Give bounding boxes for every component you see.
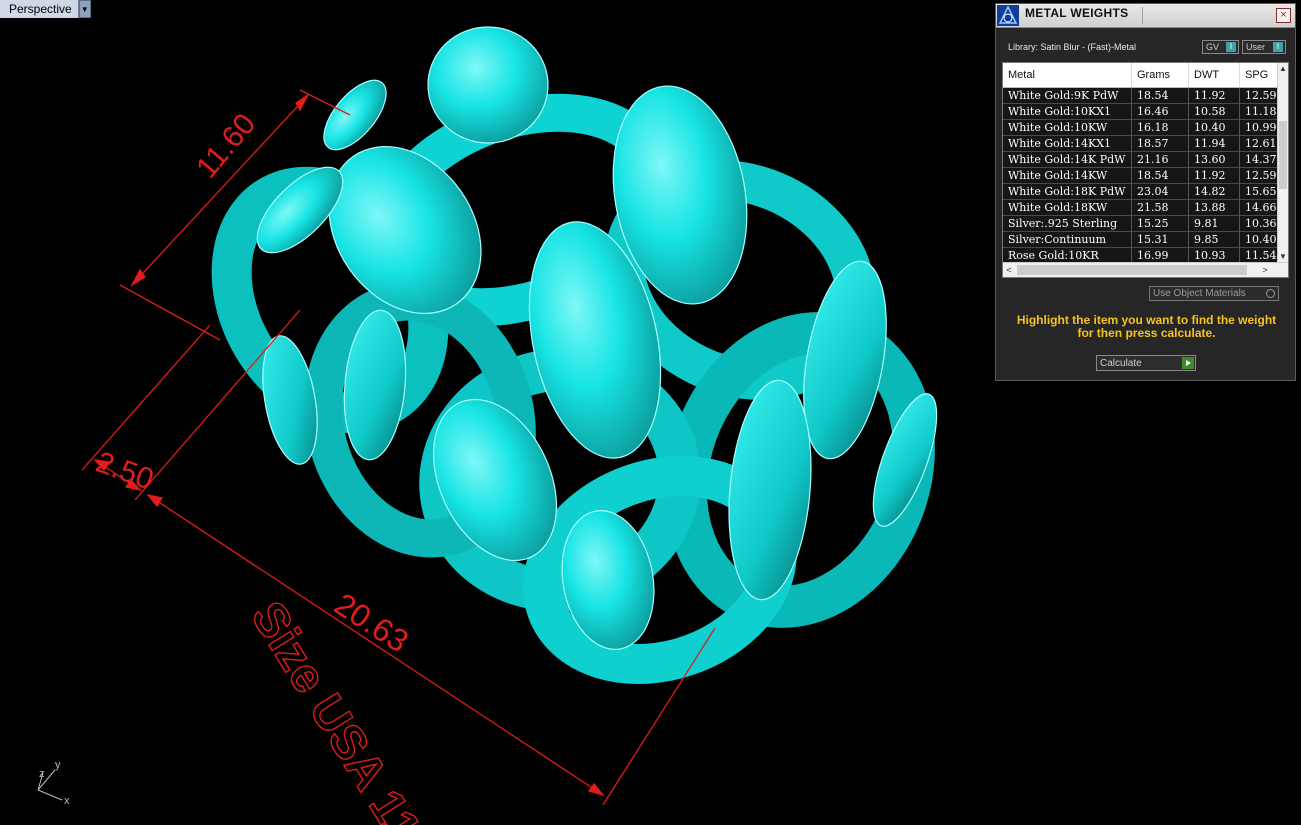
metal-cell: White Gold:9K PdW [1003, 88, 1132, 104]
metal-cell: White Gold:14KW [1003, 168, 1132, 184]
app-logo-icon [997, 5, 1019, 26]
titlebar-divider [1142, 7, 1143, 24]
scroll-up-icon[interactable]: ▲ [1278, 63, 1288, 75]
spg-cell: 14.37 [1245, 153, 1277, 166]
metal-cell: White Gold:18K PdW [1003, 184, 1132, 200]
spg-cell: 12.59 [1245, 89, 1277, 102]
dimension-top: 11.60 [190, 107, 262, 184]
dwt-cell: 11.94 [1189, 136, 1240, 152]
dwt-cell: 11.92 [1189, 168, 1240, 184]
table-row[interactable]: White Gold:9K PdW 18.54 11.92 12.59 [1003, 88, 1279, 104]
table-horizontal-scrollbar[interactable]: < > [1003, 262, 1288, 277]
table-row[interactable]: White Gold:18KW 21.58 13.88 14.66 [1003, 200, 1279, 216]
table-row[interactable]: White Gold:14K PdW 21.16 13.60 14.37 [1003, 152, 1279, 168]
dwt-cell: 10.40 [1189, 120, 1240, 136]
metal-cell: White Gold:10KW [1003, 120, 1132, 136]
metal-cell: White Gold:10KX1 [1003, 104, 1132, 120]
grams-cell: 16.46 [1132, 104, 1189, 120]
play-arrow-icon [1182, 357, 1194, 369]
toggle-switch-icon: I [1226, 42, 1236, 52]
table-vertical-scrollbar[interactable]: ▲ ▼ [1277, 63, 1288, 263]
grams-cell: 18.54 [1132, 168, 1189, 184]
metal-cell: Silver:.925 Sterling [1003, 216, 1132, 232]
table-row[interactable]: White Gold:18K PdW 23.04 14.82 15.65 [1003, 184, 1279, 200]
metal-cell: White Gold:14KX1 [1003, 136, 1132, 152]
spg-cell: 10.40 [1245, 233, 1277, 246]
spg-cell: 12.59 [1245, 169, 1277, 182]
viewport-tab[interactable]: Perspective ▼ [0, 0, 91, 18]
spg-cell: 14.66 [1245, 201, 1277, 214]
dwt-cell: 11.92 [1189, 88, 1240, 104]
instruction-line-2: for then press calculate. [1077, 326, 1216, 340]
grams-cell: 21.58 [1132, 200, 1189, 216]
dwt-cell: 9.81 [1189, 216, 1240, 232]
calculate-button[interactable]: Calculate [1096, 355, 1196, 371]
calculate-label: Calculate [1100, 358, 1142, 369]
table-row[interactable]: White Gold:10KX1 16.46 10.58 11.18 [1003, 104, 1279, 120]
grams-cell: 18.54 [1132, 88, 1189, 104]
table-row[interactable]: White Gold:10KW 16.18 10.40 10.99 [1003, 120, 1279, 136]
grams-cell: 16.18 [1132, 120, 1189, 136]
table-row[interactable]: Silver:.925 Sterling 15.25 9.81 10.36 [1003, 216, 1279, 232]
table-row[interactable]: White Gold:14KW 18.54 11.92 12.59 [1003, 168, 1279, 184]
metal-cell: Silver:Continuum [1003, 232, 1132, 248]
gv-toggle[interactable]: GV I [1202, 40, 1239, 54]
toggle-switch-icon: I [1273, 42, 1283, 52]
scroll-left-icon[interactable]: < [1003, 263, 1015, 277]
dimension-side: 2.50 [92, 446, 158, 497]
dwt-cell: 13.60 [1189, 152, 1240, 168]
axis-x-label: x [64, 795, 70, 807]
dwt-cell: 10.58 [1189, 104, 1240, 120]
dwt-cell: 9.85 [1189, 232, 1240, 248]
table-body: White Gold:9K PdW 18.54 11.92 12.59 White G… [1003, 88, 1279, 264]
axis-z-label: z [39, 768, 45, 780]
grams-cell: 18.57 [1132, 136, 1189, 152]
panel-titlebar[interactable]: METAL WEIGHTS × [996, 4, 1295, 28]
use-object-materials-label: Use Object Materials [1153, 288, 1246, 299]
cuban-link-ring [211, 26, 938, 685]
dwt-cell: 14.82 [1189, 184, 1240, 200]
dwt-cell: 13.88 [1189, 200, 1240, 216]
column-header-metal[interactable]: Metal [1003, 63, 1132, 87]
spg-cell: 12.61 [1245, 137, 1277, 150]
gv-toggle-label: GV [1206, 42, 1220, 52]
scroll-right-icon[interactable]: > [1259, 263, 1271, 277]
spg-cell: 15.65 [1245, 185, 1277, 198]
grams-cell: 23.04 [1132, 184, 1189, 200]
table-row[interactable]: White Gold:14KX1 18.57 11.94 12.61 [1003, 136, 1279, 152]
column-header-dwt[interactable]: DWT [1189, 63, 1240, 87]
spg-cell: 10.99 [1245, 121, 1277, 134]
metal-cell: White Gold:14K PdW [1003, 152, 1132, 168]
library-label: Library: Satin Blur - (Fast)-Metal [1008, 42, 1137, 52]
column-header-grams[interactable]: Grams [1132, 63, 1189, 87]
column-header-spg[interactable]: SPG [1240, 63, 1279, 87]
axis-y-label: y [55, 759, 61, 771]
radio-icon[interactable] [1266, 289, 1275, 298]
viewport-title[interactable]: Perspective [0, 0, 79, 18]
spg-cell: 10.36 [1245, 217, 1277, 230]
horizontal-scroll-thumb[interactable] [1017, 265, 1247, 275]
metal-weights-panel: METAL WEIGHTS × Library: Satin Blur - (F… [995, 3, 1296, 381]
grams-cell: 15.31 [1132, 232, 1189, 248]
spg-cell: 11.18 [1245, 105, 1277, 118]
grams-cell: 21.16 [1132, 152, 1189, 168]
metal-cell: White Gold:18KW [1003, 200, 1132, 216]
user-toggle-label: User [1246, 42, 1266, 52]
viewport-menu-dropdown-icon[interactable]: ▼ [78, 0, 91, 18]
panel-title: METAL WEIGHTS [1025, 6, 1129, 20]
instruction-text: Highlight the item you want to find the … [1004, 314, 1289, 340]
table-header: Metal Grams DWT SPG [1003, 63, 1279, 88]
close-icon[interactable]: × [1276, 8, 1291, 23]
use-object-materials-option[interactable]: Use Object Materials [1149, 286, 1279, 301]
metal-weights-table[interactable]: Metal Grams DWT SPG White Gold:9K PdW 18.… [1002, 62, 1289, 278]
grams-cell: 15.25 [1132, 216, 1189, 232]
vertical-scroll-thumb[interactable] [1279, 121, 1287, 189]
user-toggle[interactable]: User I [1242, 40, 1286, 54]
dimension-length: 20.63 [328, 586, 415, 660]
table-row[interactable]: Silver:Continuum 15.31 9.85 10.40 [1003, 232, 1279, 248]
